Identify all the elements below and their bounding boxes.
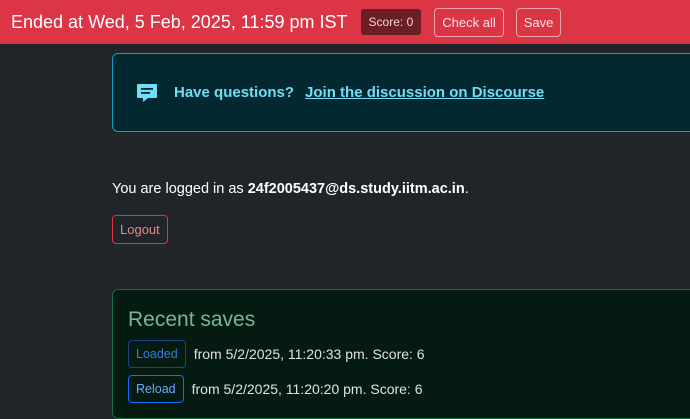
loaded-button[interactable]: Loaded [128, 340, 186, 368]
user-email: 24f2005437@ds.study.iitm.ac.in [247, 181, 465, 197]
check-all-button[interactable]: Check all [434, 7, 504, 37]
questions-label: Have questions? [174, 84, 295, 101]
header-bar: Ended at Wed, 5 Feb, 2025, 11:59 pm IST … [0, 0, 690, 44]
login-suffix: . [464, 181, 469, 197]
save-entry-text: from 5/2/2025, 11:20:20 pm. Score: 6 [191, 381, 423, 397]
save-button[interactable]: Save [515, 7, 562, 37]
save-entry-text: from 5/2/2025, 11:20:33 pm. Score: 6 [193, 346, 425, 362]
score-badge: Score: 0 [360, 9, 422, 35]
recent-saves-title: Recent saves [128, 308, 256, 331]
login-status: You are logged in as 24f2005437@ds.study… [112, 181, 469, 197]
discourse-link[interactable]: Join the discussion on Discourse [305, 84, 544, 101]
discourse-callout: Have questions? Join the discussion on D… [112, 53, 690, 132]
login-prefix: You are logged in as [112, 181, 248, 197]
deadline-status: Ended at Wed, 5 Feb, 2025, 11:59 pm IST [11, 11, 348, 32]
save-entry: Loaded from 5/2/2025, 11:20:33 pm. Score… [128, 340, 425, 368]
logout-button[interactable]: Logout [112, 215, 168, 244]
reload-button[interactable]: Reload [128, 375, 184, 403]
chat-bubble-icon [137, 83, 157, 102]
recent-saves-panel: Recent saves Loaded from 5/2/2025, 11:20… [112, 289, 690, 419]
save-entry: Reload from 5/2/2025, 11:20:20 pm. Score… [128, 375, 423, 403]
